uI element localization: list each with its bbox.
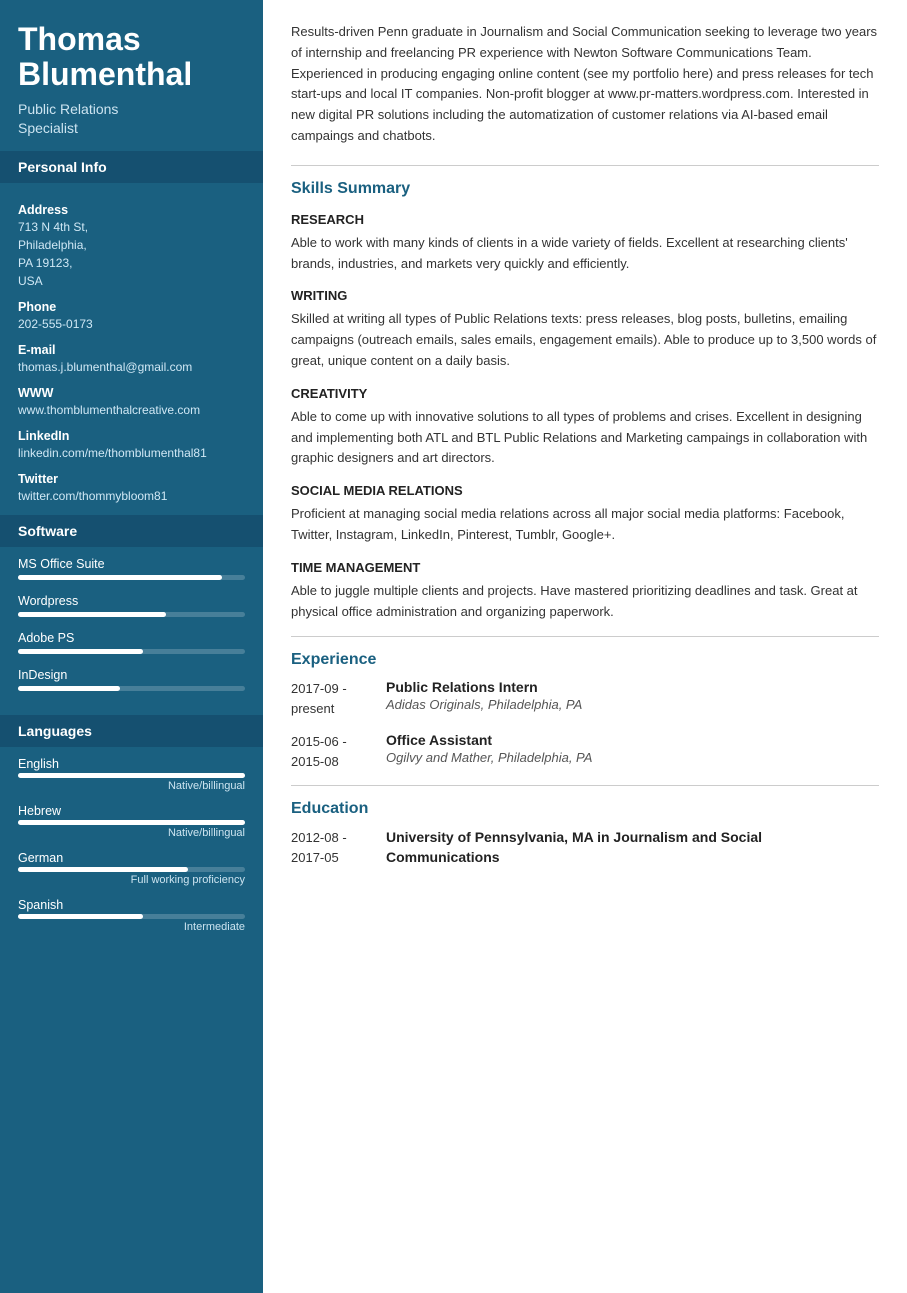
personal-info-body: Address 713 N 4th St,Philadelphia,PA 191… bbox=[0, 183, 263, 515]
lang-german-level: Full working proficiency bbox=[18, 874, 245, 886]
summary-text: Results-driven Penn graduate in Journali… bbox=[291, 22, 879, 147]
candidate-title: Public RelationsSpecialist bbox=[18, 100, 245, 136]
www-value: www.thomblumenthalcreative.com bbox=[18, 401, 245, 419]
exp-date-2: 2015-06 -2015-08 bbox=[291, 732, 386, 771]
lang-hebrew-bar-bg bbox=[18, 820, 245, 825]
linkedin-value: linkedin.com/me/thomblumenthal81 bbox=[18, 444, 245, 462]
sidebar-header: Thomas Blumenthal Public RelationsSpecia… bbox=[0, 0, 263, 151]
skill-wordpress-bar-bg bbox=[18, 612, 245, 617]
twitter-label: Twitter bbox=[18, 472, 245, 486]
skills-section: Skills Summary RESEARCH Able to work wit… bbox=[291, 180, 879, 623]
lang-hebrew-bar-fill bbox=[18, 820, 245, 825]
skill-desc-creativity: Able to come up with innovative solution… bbox=[291, 407, 879, 469]
phone-label: Phone bbox=[18, 300, 245, 314]
lang-spanish-bar-fill bbox=[18, 914, 143, 919]
skill-heading-time-mgmt: TIME MANAGEMENT bbox=[291, 560, 879, 575]
lang-spanish: Spanish Intermediate bbox=[18, 898, 245, 933]
edu-title-1: University of Pennsylvania, MA in Journa… bbox=[386, 828, 879, 867]
lang-english-level: Native/billingual bbox=[18, 780, 245, 792]
twitter-value: twitter.com/thommybloom81 bbox=[18, 487, 245, 505]
lang-english-bar-fill bbox=[18, 773, 245, 778]
email-value: thomas.j.blumenthal@gmail.com bbox=[18, 358, 245, 376]
software-body: MS Office Suite Wordpress Adobe PS InDes… bbox=[0, 547, 263, 715]
exp-title-1: Public Relations Intern bbox=[386, 679, 879, 695]
candidate-name: Thomas Blumenthal bbox=[18, 22, 245, 92]
experience-row-2: 2015-06 -2015-08 Office Assistant Ogilvy… bbox=[291, 732, 879, 771]
exp-details-1: Public Relations Intern Adidas Originals… bbox=[386, 679, 879, 718]
skill-heading-writing: WRITING bbox=[291, 288, 879, 303]
skill-wordpress: Wordpress bbox=[18, 594, 245, 617]
experience-section: Experience 2017-09 -present Public Relat… bbox=[291, 651, 879, 771]
exp-title-2: Office Assistant bbox=[386, 732, 879, 748]
lang-german-name: German bbox=[18, 851, 245, 865]
main-content: Results-driven Penn graduate in Journali… bbox=[263, 0, 907, 1293]
skill-heading-creativity: CREATIVITY bbox=[291, 386, 879, 401]
skill-indesign-name: InDesign bbox=[18, 668, 245, 682]
skill-desc-social-media: Proficient at managing social media rela… bbox=[291, 504, 879, 546]
phone-value: 202-555-0173 bbox=[18, 315, 245, 333]
lang-spanish-level: Intermediate bbox=[18, 921, 245, 933]
skill-heading-research: RESEARCH bbox=[291, 212, 879, 227]
education-section: Education 2012-08 -2017-05 University of… bbox=[291, 800, 879, 867]
skill-desc-writing: Skilled at writing all types of Public R… bbox=[291, 309, 879, 371]
lang-english: English Native/billingual bbox=[18, 757, 245, 792]
lang-english-name: English bbox=[18, 757, 245, 771]
skill-adobe-ps-bar-fill bbox=[18, 649, 143, 654]
address-label: Address bbox=[18, 203, 245, 217]
skill-adobe-ps-bar-bg bbox=[18, 649, 245, 654]
lang-hebrew-level: Native/billingual bbox=[18, 827, 245, 839]
skill-indesign-bar-fill bbox=[18, 686, 120, 691]
languages-header: Languages bbox=[0, 715, 263, 747]
lang-hebrew-name: Hebrew bbox=[18, 804, 245, 818]
lang-english-bar-bg bbox=[18, 773, 245, 778]
lang-german: German Full working proficiency bbox=[18, 851, 245, 886]
education-title: Education bbox=[291, 800, 879, 818]
edu-details-1: University of Pennsylvania, MA in Journa… bbox=[386, 828, 879, 867]
skill-ms-office-name: MS Office Suite bbox=[18, 557, 245, 571]
skill-heading-social-media: SOCIAL MEDIA RELATIONS bbox=[291, 483, 879, 498]
software-header: Software bbox=[0, 515, 263, 547]
skill-wordpress-bar-fill bbox=[18, 612, 166, 617]
divider-2 bbox=[291, 636, 879, 637]
skill-ms-office: MS Office Suite bbox=[18, 557, 245, 580]
lang-spanish-bar-bg bbox=[18, 914, 245, 919]
skill-desc-research: Able to work with many kinds of clients … bbox=[291, 233, 879, 275]
skill-indesign-bar-bg bbox=[18, 686, 245, 691]
www-label: WWW bbox=[18, 386, 245, 400]
personal-info-header: Personal Info bbox=[0, 151, 263, 183]
divider-3 bbox=[291, 785, 879, 786]
sidebar: Thomas Blumenthal Public RelationsSpecia… bbox=[0, 0, 263, 1293]
address-value: 713 N 4th St,Philadelphia,PA 19123,USA bbox=[18, 218, 245, 290]
skill-wordpress-name: Wordpress bbox=[18, 594, 245, 608]
exp-company-2: Ogilvy and Mather, Philadelphia, PA bbox=[386, 750, 879, 765]
languages-body: English Native/billingual Hebrew Native/… bbox=[0, 747, 263, 955]
exp-details-2: Office Assistant Ogilvy and Mather, Phil… bbox=[386, 732, 879, 771]
divider-1 bbox=[291, 165, 879, 166]
skill-adobe-ps-name: Adobe PS bbox=[18, 631, 245, 645]
skill-indesign: InDesign bbox=[18, 668, 245, 691]
lang-hebrew: Hebrew Native/billingual bbox=[18, 804, 245, 839]
edu-row-1: 2012-08 -2017-05 University of Pennsylva… bbox=[291, 828, 879, 867]
lang-spanish-name: Spanish bbox=[18, 898, 245, 912]
edu-date-1: 2012-08 -2017-05 bbox=[291, 828, 386, 867]
skill-desc-time-mgmt: Able to juggle multiple clients and proj… bbox=[291, 581, 879, 623]
exp-company-1: Adidas Originals, Philadelphia, PA bbox=[386, 697, 879, 712]
lang-german-bar-fill bbox=[18, 867, 188, 872]
experience-row-1: 2017-09 -present Public Relations Intern… bbox=[291, 679, 879, 718]
skill-adobe-ps: Adobe PS bbox=[18, 631, 245, 654]
skill-ms-office-bar-bg bbox=[18, 575, 245, 580]
skills-title: Skills Summary bbox=[291, 180, 879, 198]
linkedin-label: LinkedIn bbox=[18, 429, 245, 443]
exp-date-1: 2017-09 -present bbox=[291, 679, 386, 718]
skill-ms-office-bar-fill bbox=[18, 575, 222, 580]
lang-german-bar-bg bbox=[18, 867, 245, 872]
email-label: E-mail bbox=[18, 343, 245, 357]
experience-title: Experience bbox=[291, 651, 879, 669]
